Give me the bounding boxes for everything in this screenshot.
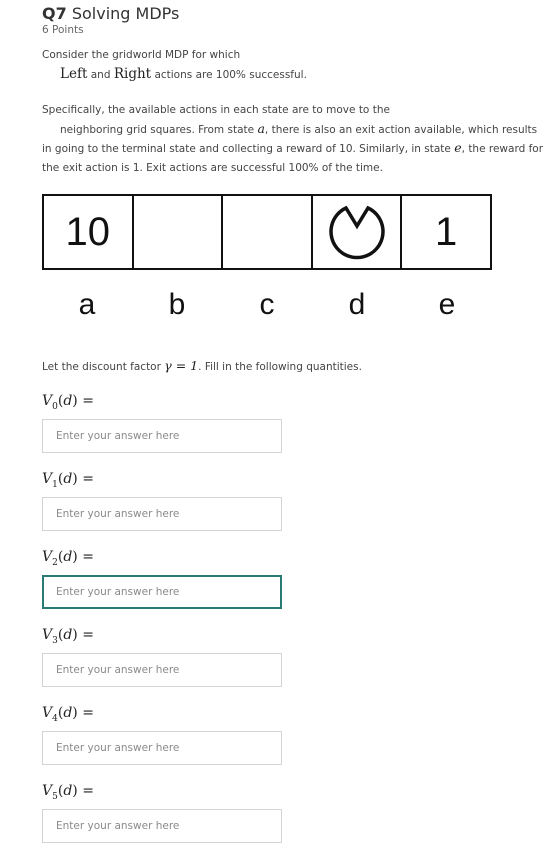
v5-answer-input[interactable] [42, 809, 282, 843]
left-action: Left [60, 65, 88, 82]
state-e-symbol: e [454, 140, 462, 155]
state-label-e: e [438, 288, 456, 321]
v0-symbol: V [42, 393, 53, 409]
desc-line3: in going to the terminal state and colle… [42, 139, 544, 159]
v4-symbol: V [42, 705, 53, 721]
pacman-icon [328, 205, 385, 260]
v2-answer-input[interactable] [42, 575, 282, 609]
v2-arg: d [63, 549, 73, 565]
v5-symbol: V [42, 783, 53, 799]
grid-cell-b [134, 196, 224, 268]
intro-paragraph: Consider the gridworld MDP for which Lef… [42, 46, 307, 84]
question-points: 6 Points [42, 24, 84, 36]
discount-suffix: . Fill in the following quantities. [198, 361, 362, 373]
v3-arg: d [63, 627, 73, 643]
v3-label: V3(d) = [42, 627, 94, 646]
gridworld: 10 1 [42, 194, 492, 270]
v0-subscript: 0 [52, 401, 58, 412]
v2-symbol: V [42, 549, 53, 565]
grid-cell-d [313, 196, 403, 268]
v4-arg: d [63, 705, 73, 721]
desc-line2-a: neighboring grid squares. From state [60, 123, 255, 136]
gamma-expression: γ = 1 [164, 358, 199, 373]
desc-line2-b: , there is also an exit action available… [264, 123, 538, 136]
discount-prefix: Let the discount factor [42, 361, 161, 373]
state-label-d: d [348, 288, 366, 321]
state-label-b: b [168, 288, 186, 321]
desc-line3-b: , the reward for [461, 143, 544, 155]
state-label-c: c [259, 288, 275, 321]
v5-subscript: 5 [52, 791, 58, 802]
v3-symbol: V [42, 627, 53, 643]
discount-text: Let the discount factor γ = 1. Fill in t… [42, 357, 362, 377]
v4-subscript: 4 [52, 713, 58, 724]
state-label-a: a [78, 288, 96, 321]
v1-arg: d [63, 471, 73, 487]
v3-answer-input[interactable] [42, 653, 282, 687]
state-a-symbol: a [257, 120, 265, 136]
v2-subscript: 2 [52, 557, 58, 568]
desc-line1: Specifically, the available actions in e… [42, 104, 390, 116]
desc-line2: neighboring grid squares. From state a, … [42, 120, 542, 140]
v1-label: V1(d) = [42, 471, 94, 490]
question-title: Q7 Solving MDPs [42, 4, 179, 23]
grid-cell-c [223, 196, 313, 268]
intro-line2: Left and Right actions are 100% successf… [42, 65, 307, 85]
v1-subscript: 1 [52, 479, 58, 490]
v3-subscript: 3 [52, 635, 58, 646]
description-paragraph: Specifically, the available actions in e… [42, 101, 544, 177]
right-action: Right [113, 65, 152, 82]
intro-line1: Consider the gridworld MDP for which [42, 49, 241, 61]
v5-label: V5(d) = [42, 783, 94, 802]
desc-line3-a: in going to the terminal state and colle… [42, 143, 451, 155]
desc-line4: the exit action is 1. Exit actions are s… [42, 161, 383, 174]
v1-symbol: V [42, 471, 53, 487]
question-title-text: Solving MDPs [71, 4, 180, 23]
v0-answer-input[interactable] [42, 419, 282, 453]
v5-arg: d [63, 783, 73, 799]
v2-label: V2(d) = [42, 549, 94, 568]
state-labels: a b c d e [42, 288, 492, 322]
grid-cell-e: 1 [435, 209, 458, 254]
v0-label: V0(d) = [42, 393, 94, 412]
v4-label: V4(d) = [42, 705, 94, 724]
intro-and: and [90, 68, 111, 81]
question-number: Q7 [42, 4, 67, 23]
grid-cell-a: 10 [44, 196, 134, 268]
v0-arg: d [63, 393, 73, 409]
v4-answer-input[interactable] [42, 731, 282, 765]
v1-answer-input[interactable] [42, 497, 282, 531]
intro-rest: actions are 100% successful. [154, 68, 307, 81]
